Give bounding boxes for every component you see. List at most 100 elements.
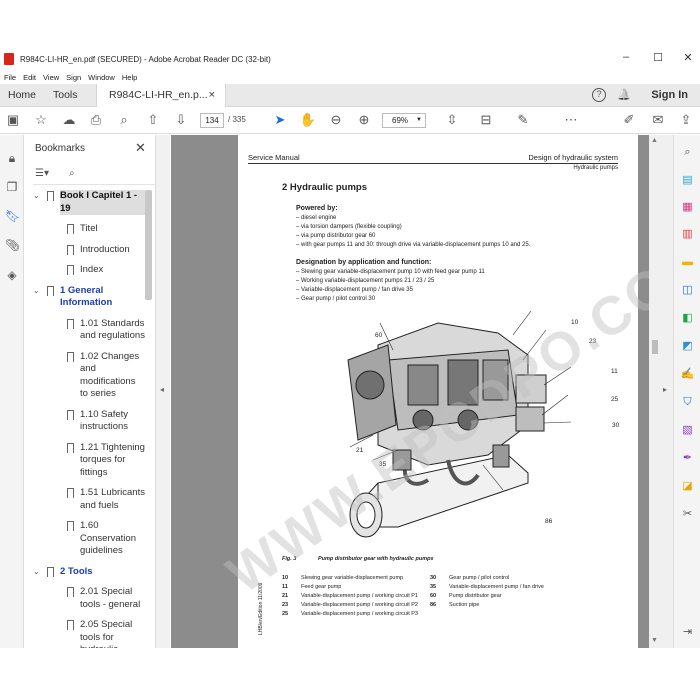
zoom-level-dropdown[interactable]: 69% ▼: [382, 113, 426, 128]
layers-icon[interactable]: ◈: [5, 268, 19, 282]
print-icon[interactable]: ⎙: [87, 112, 105, 128]
page-display-icon[interactable]: ⊟: [477, 112, 495, 128]
document-view[interactable]: Service Manual Design of hydraulic syste…: [171, 135, 649, 648]
close-icon[interactable]: ✕: [135, 140, 146, 156]
menu-file[interactable]: File: [4, 73, 16, 82]
combine-files-icon[interactable]: ◫: [680, 283, 695, 298]
scroll-up-icon[interactable]: ▲: [651, 137, 658, 144]
document-scrollbar[interactable]: ▲ ▼: [649, 135, 661, 648]
search-icon[interactable]: ⌕: [680, 145, 695, 160]
bookmarks-icon[interactable]: 🔖︎: [5, 209, 20, 223]
bookmark-label: 1.21 Tightening torques for fittings: [80, 441, 145, 478]
bookmark-label: 1.02 Changes and modifications to series: [80, 350, 140, 400]
bookmark-item[interactable]: 1.10 Safety instructions: [25, 409, 145, 434]
organize-pages-icon[interactable]: ▦: [680, 200, 695, 215]
bookmark-icon: [67, 265, 74, 275]
edit-pdf-icon[interactable]: ▧: [680, 423, 695, 438]
tab-close-icon[interactable]: ×: [209, 84, 215, 107]
zoom-out-icon[interactable]: ⊖: [327, 112, 345, 128]
comment-tool-icon[interactable]: ▬: [680, 255, 695, 270]
bookmark-item[interactable]: Introduction: [25, 244, 145, 257]
link-edit-icon[interactable]: ✐: [620, 112, 638, 128]
expand-toggle-icon[interactable]: ⌄: [33, 190, 40, 203]
expand-toggle-icon[interactable]: ⌄: [33, 285, 40, 298]
select-cursor-icon[interactable]: ➤: [271, 112, 289, 128]
panel-splitter[interactable]: ◂: [155, 135, 170, 648]
more-tools-icon[interactable]: ⋯: [562, 112, 580, 128]
legend-row: 10 Slewing gear variable-displacement pum…: [282, 575, 432, 582]
bookmarks-scrollbar[interactable]: [145, 190, 152, 300]
bookmark-item[interactable]: Index: [25, 264, 145, 277]
expand-toggle-icon[interactable]: ⌄: [33, 566, 40, 579]
menu-sign[interactable]: Sign: [66, 73, 81, 82]
compress-pdf-icon[interactable]: ◧: [680, 311, 695, 326]
scan-icon[interactable]: ◩: [680, 339, 695, 354]
right-splitter[interactable]: ▸: [661, 135, 673, 648]
export-pdf-icon[interactable]: ▤: [680, 173, 695, 188]
minimize-button[interactable]: –: [612, 51, 640, 63]
hand-tool-icon[interactable]: ✋: [299, 112, 317, 128]
callout-label: 10: [571, 319, 579, 326]
bookmark-item[interactable]: Titel: [25, 223, 145, 236]
bookmark-item[interactable]: 1.21 Tightening torques for fittings: [25, 442, 145, 480]
maximize-button[interactable]: ☐: [644, 51, 672, 64]
bookmark-item[interactable]: 1.01 Standards and regulations: [25, 318, 145, 343]
bookmark-star-icon[interactable]: ☆: [32, 112, 50, 128]
bookmark-item[interactable]: 1.02 Changes and modifications to series: [25, 351, 145, 401]
help-icon[interactable]: ?: [592, 88, 606, 102]
menu-help[interactable]: Help: [122, 73, 137, 82]
menu-window[interactable]: Window: [88, 73, 115, 82]
bookmark-icon: [67, 318, 74, 329]
page-thumbnails-icon[interactable]: ❐: [5, 180, 19, 194]
legend-number: 30: [430, 575, 437, 581]
expand-tools-icon[interactable]: ▸: [663, 385, 667, 394]
zoom-in-icon[interactable]: ⊕: [355, 112, 373, 128]
scrollbar-thumb[interactable]: [652, 340, 658, 354]
bookmark-item[interactable]: 2.05 Special tools for hydraulic system: [25, 619, 145, 648]
collapse-tools-icon[interactable]: ⇥: [680, 625, 695, 640]
bookmark-icon: [67, 442, 74, 453]
page-number-input[interactable]: 134: [200, 113, 224, 128]
send-for-review-icon[interactable]: ◪: [680, 479, 695, 494]
bookmark-label: Book I Capitel 1 - 19: [60, 190, 145, 215]
fill-sign-icon[interactable]: ✍: [680, 367, 695, 382]
cloud-upload-icon[interactable]: ☁: [60, 112, 78, 128]
zoom-search-icon[interactable]: ⌕: [115, 112, 133, 128]
menu-edit[interactable]: Edit: [23, 73, 36, 82]
sign-in-button[interactable]: Sign In: [651, 84, 688, 107]
powered-by-line: – via torsion dampers (flexible coupling…: [296, 224, 402, 230]
bookmark-item[interactable]: ⌄ 2 Tools: [25, 566, 145, 579]
collapse-panel-icon[interactable]: ◂: [160, 385, 164, 394]
lock-icon[interactable]: 🔒︎: [5, 151, 19, 166]
tab-document[interactable]: R984C-LI-HR_en.p... ×: [96, 84, 226, 108]
powered-by-line: – diesel engine: [296, 215, 337, 221]
previous-page-icon[interactable]: ⇧: [144, 112, 162, 128]
designation-line: – Working variable-displacement pumps 21…: [296, 278, 435, 284]
find-bookmark-icon[interactable]: ⌕: [69, 168, 75, 179]
create-pdf-icon[interactable]: ▥: [680, 227, 695, 242]
protect-icon[interactable]: ⛉: [680, 395, 695, 410]
more-tools-wrench-icon[interactable]: ✂: [680, 507, 695, 522]
request-signature-icon[interactable]: ✒: [680, 451, 695, 466]
legend-row: 86 Suction pipe: [430, 602, 595, 609]
email-icon[interactable]: ✉: [649, 112, 667, 128]
attachments-icon[interactable]: 📎︎: [5, 238, 20, 252]
scroll-down-icon[interactable]: ▼: [651, 637, 658, 644]
page-fit-icon[interactable]: ⇳: [443, 112, 461, 128]
comment-icon[interactable]: ✎: [514, 112, 532, 128]
legend-text: Suction pipe: [449, 602, 480, 608]
next-page-icon[interactable]: ⇩: [172, 112, 190, 128]
bookmark-item[interactable]: ⌄ 1 General Information: [25, 285, 145, 310]
tab-tools[interactable]: Tools: [53, 84, 78, 107]
bookmark-item[interactable]: 1.60 Conservation guidelines: [25, 520, 145, 558]
close-button[interactable]: ✕: [674, 51, 700, 64]
bookmark-item[interactable]: 2.01 Special tools - general: [25, 586, 145, 611]
menu-view[interactable]: View: [43, 73, 59, 82]
notifications-bell-icon[interactable]: 🔔: [617, 88, 631, 101]
bookmark-item[interactable]: ⌄ Book I Capitel 1 - 19: [25, 190, 145, 215]
save-icon[interactable]: ▣: [4, 112, 22, 128]
bookmark-item[interactable]: 1.51 Lubricants and fuels: [25, 487, 145, 512]
tab-home[interactable]: Home: [8, 84, 36, 107]
options-menu-icon[interactable]: ☰▾: [35, 168, 49, 179]
share-icon[interactable]: ⇪: [677, 112, 695, 128]
